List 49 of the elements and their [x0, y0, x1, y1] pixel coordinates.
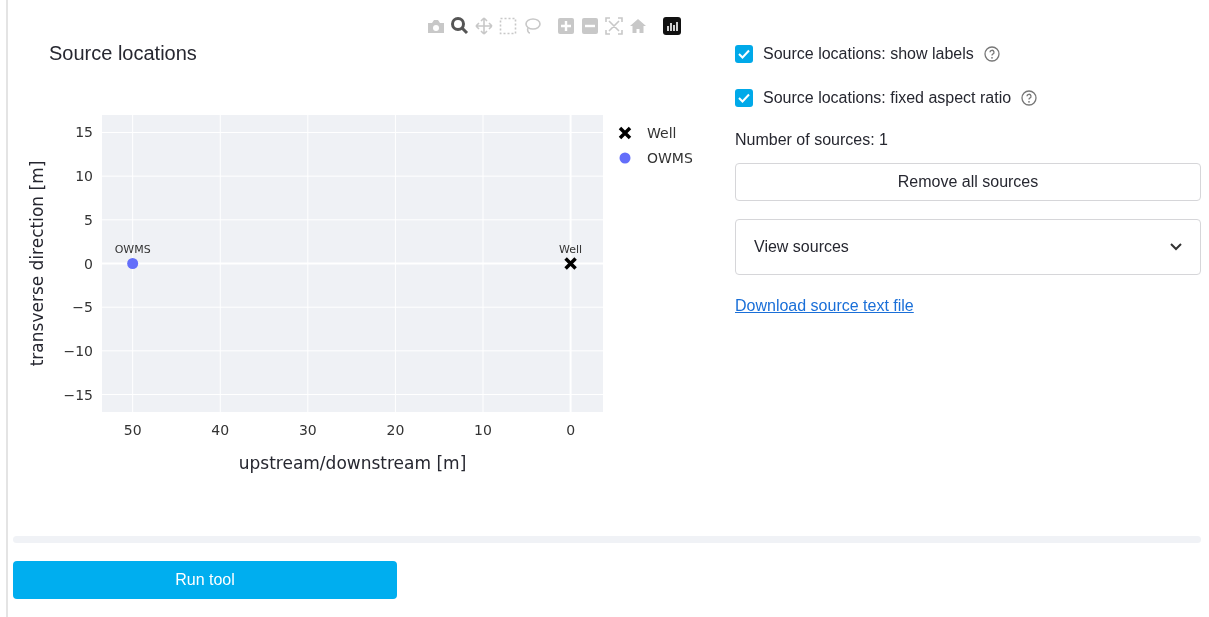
zoom-icon	[451, 17, 469, 35]
x-tick-label: 40	[211, 422, 230, 438]
zoom-button[interactable]	[450, 16, 470, 36]
checkbox-label[interactable]: Source locations: fixed aspect ratio	[763, 89, 1012, 107]
logo-icon	[663, 17, 681, 35]
point-label: OWMS	[114, 242, 151, 256]
remove-button[interactable]: Remove all sources	[735, 163, 1201, 201]
y-tick-label: −10	[63, 342, 93, 359]
zoom-in-button[interactable]	[556, 16, 576, 36]
y-tick-label: 5	[84, 211, 93, 228]
y-tick-label: 15	[75, 124, 93, 141]
y-axis-title: transverse direction [m]	[27, 160, 47, 367]
checkbox[interactable]	[735, 89, 753, 107]
autoscale-button[interactable]	[604, 16, 624, 36]
x-tick-label: 30	[298, 422, 317, 438]
zoom-out-button[interactable]	[580, 16, 600, 36]
lasso-button[interactable]	[522, 16, 542, 36]
legend-label[interactable]: OWMS	[647, 150, 693, 166]
chart-title: Source locations	[49, 42, 197, 64]
x-tick-label: 50	[123, 422, 142, 438]
y-tick-label: −15	[63, 386, 93, 403]
y-tick-label: 10	[75, 168, 93, 185]
chevron-icon	[1170, 243, 1182, 251]
home-icon	[629, 18, 647, 34]
x-tick-label: 20	[386, 422, 405, 438]
zoom-out-icon	[582, 18, 598, 34]
x-axis-title: upstream/downstream [m]	[238, 453, 467, 473]
pan-icon	[475, 17, 493, 35]
zoom-in-icon	[558, 18, 574, 34]
home-button[interactable]	[628, 16, 648, 36]
point-label: Well	[559, 242, 583, 256]
camera-icon	[427, 18, 445, 34]
x-tick-label: 0	[566, 422, 576, 438]
expander[interactable]: View sources	[735, 219, 1201, 275]
autoscale-icon	[605, 17, 623, 35]
legend-label[interactable]: Well	[647, 125, 677, 141]
y-tick-label: 0	[84, 255, 93, 272]
download-link[interactable]: Download source text file	[735, 297, 914, 315]
y-tick-label: −5	[72, 299, 93, 316]
lasso-icon	[523, 17, 541, 35]
help-icon[interactable]	[1021, 90, 1038, 106]
help-icon[interactable]	[983, 46, 1000, 62]
source-count: Number of sources: 1	[735, 131, 889, 149]
checkbox[interactable]	[735, 45, 753, 63]
checkbox-label[interactable]: Source locations: show labels	[763, 45, 974, 63]
logo-button[interactable]	[662, 16, 682, 36]
box-select-button[interactable]	[498, 16, 518, 36]
box-select-icon	[499, 17, 517, 35]
x-tick-label: 10	[474, 422, 492, 438]
